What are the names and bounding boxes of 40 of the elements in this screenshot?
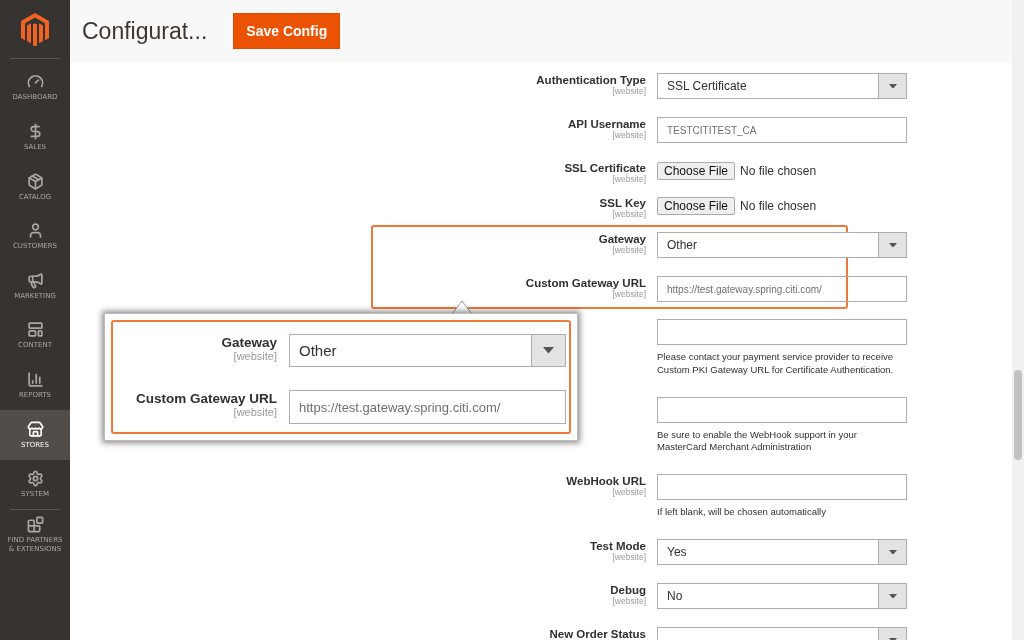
input-field[interactable]: https://test.gateway.spring.citi.com/ xyxy=(657,276,907,302)
scope-label: [website] xyxy=(612,209,646,219)
select-field[interactable]: Yes xyxy=(657,539,907,566)
field-label: Gateway xyxy=(221,335,277,350)
input-field[interactable]: TESTCITITEST_CA xyxy=(657,117,907,143)
scope-label: [website] xyxy=(612,86,646,96)
choose-file-button[interactable]: Choose File xyxy=(657,197,736,215)
scope-label: [website] xyxy=(233,350,277,362)
scope-label: [website] xyxy=(612,552,646,563)
file-status: No file chosen xyxy=(740,199,817,213)
field-note: Be sure to enable the WebHook support in your MasterCard Merchant Administration xyxy=(657,428,858,455)
scope-label: [website] xyxy=(612,245,646,255)
field-label: New Order Status xyxy=(549,628,646,640)
scope-label: [website] xyxy=(612,174,646,184)
scope-label: [website] xyxy=(612,487,646,498)
field-label: SSL Key xyxy=(599,197,646,209)
select-field[interactable]: No xyxy=(657,583,907,610)
field-label: Test Mode xyxy=(590,540,646,553)
file-status: No file chosen xyxy=(740,164,817,178)
select-field[interactable]: Other xyxy=(289,334,566,367)
input-field[interactable]: https://test.gateway.spring.citi.com/ xyxy=(289,390,566,424)
save-config-button[interactable]: Save Config xyxy=(233,13,341,49)
field-label: API Username xyxy=(568,118,646,130)
scope-label: [website] xyxy=(612,289,646,299)
scope-label: [website] xyxy=(233,406,277,418)
field-label: Gateway xyxy=(598,233,646,245)
select-field[interactable]: Other xyxy=(657,232,907,258)
scope-label: [website] xyxy=(612,130,646,140)
field-label: WebHook URL xyxy=(566,475,646,488)
select-field[interactable]: SSL Certificate xyxy=(657,73,907,99)
field-label: Custom Gateway URL xyxy=(525,277,646,289)
field-label: Authentication Type xyxy=(536,74,646,86)
field-label: Custom Gateway URL xyxy=(135,391,277,406)
field-label: SSL Certificate xyxy=(564,162,646,174)
field-note: If left blank, will be chosen automatically xyxy=(657,506,827,520)
field-label: Debug xyxy=(610,584,646,597)
choose-file-button[interactable]: Choose File xyxy=(657,162,736,180)
page-title: Configurat... xyxy=(82,17,208,45)
field-note: Please contact your payment service provider to receive Custom PKI Gateway URL for Certificate Authentication. xyxy=(657,351,895,377)
scope-label: [website] xyxy=(612,596,646,607)
